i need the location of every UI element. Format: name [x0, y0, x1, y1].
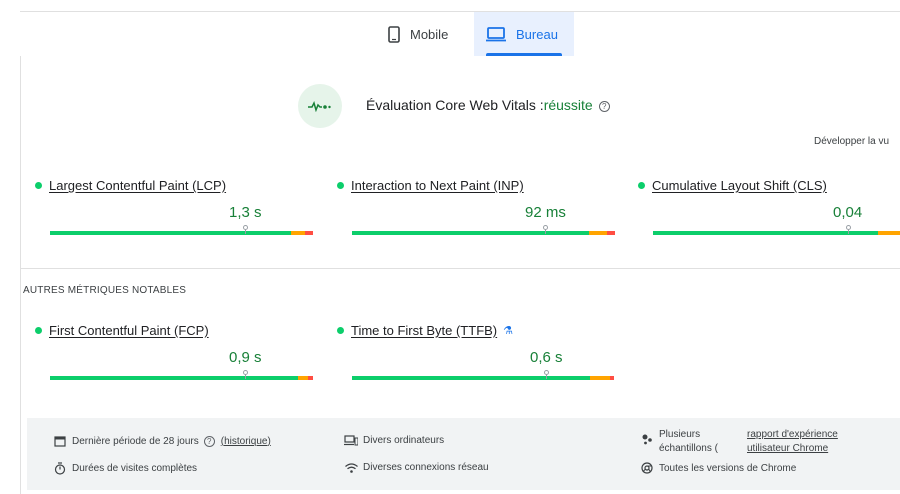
tab-mobile[interactable]: Mobile: [376, 12, 468, 56]
laptop-icon: [486, 26, 506, 42]
metric-ttfb-name[interactable]: Time to First Byte (TTFB): [351, 323, 497, 338]
metric-lcp-distribution-bar: [50, 231, 313, 235]
metric-inp-distribution-bar: [352, 231, 615, 235]
good-status-dot: [337, 327, 344, 334]
metric-fcp: First Contentful Paint (FCP) 0,9 s: [35, 323, 313, 380]
other-metrics-heading: AUTRES MÉTRIQUES NOTABLES: [23, 285, 187, 296]
assessment-title: Évaluation Core Web Vitals :réussite?: [366, 97, 610, 113]
metric-cls-name[interactable]: Cumulative Layout Shift (CLS): [652, 178, 827, 193]
chrome-icon: [640, 462, 654, 474]
metric-lcp-name[interactable]: Largest Contentful Paint (LCP): [49, 178, 226, 193]
assessment-status: réussite: [543, 97, 593, 113]
samples-icon: [640, 433, 654, 445]
period-text: Dernière période de 28 jours: [72, 435, 199, 447]
desktop-devices-icon: [344, 435, 358, 446]
footer-visits: Durées de visites complètes: [53, 462, 197, 475]
metric-lcp: Largest Contentful Paint (LCP) 1,3 s: [35, 178, 313, 235]
samples-text: Plusieurs échantillons (: [659, 429, 718, 454]
metric-cls-value: 0,04: [833, 204, 863, 221]
good-status-dot: [337, 182, 344, 189]
data-source-footer: Dernière période de 28 jours ? (historiq…: [27, 418, 900, 490]
network-text: Diverses connexions réseau: [363, 462, 489, 473]
metric-cls-marker: [846, 225, 851, 234]
footer-period: Dernière période de 28 jours ? (historiq…: [53, 435, 271, 447]
metric-lcp-value: 1,3 s: [229, 204, 262, 221]
metric-ttfb-value: 0,6 s: [530, 349, 563, 366]
visits-text: Durées de visites complètes: [72, 463, 198, 474]
metric-inp-marker: [543, 225, 548, 234]
metric-fcp-value: 0,9 s: [229, 349, 262, 366]
tab-mobile-label: Mobile: [410, 26, 449, 42]
stopwatch-icon: [53, 462, 67, 475]
assessment-label: Évaluation Core Web Vitals :: [366, 97, 544, 113]
metric-fcp-name[interactable]: First Contentful Paint (FCP): [49, 323, 209, 338]
panel-border: [20, 56, 21, 494]
metric-ttfb-marker: [544, 370, 549, 379]
metric-fcp-distribution-bar: [50, 376, 313, 380]
metric-ttfb-distribution-bar: [352, 376, 614, 380]
good-status-dot: [35, 182, 42, 189]
metric-cls: Cumulative Layout Shift (CLS) 0,04: [638, 178, 900, 235]
metric-inp: Interaction to Next Paint (INP) 92 ms: [337, 178, 615, 235]
metric-inp-value: 92 ms: [525, 204, 566, 221]
footer-samples: Plusieurs échantillons ( rapport d'expér…: [640, 428, 867, 456]
metric-ttfb: Time to First Byte (TTFB) ⚗ 0,6 s: [337, 323, 614, 380]
calendar-icon: [53, 435, 67, 447]
good-status-dot: [35, 327, 42, 334]
footer-chrome: Toutes les versions de Chrome: [640, 462, 796, 474]
metric-lcp-marker: [243, 225, 248, 234]
tab-desktop-label: Bureau: [516, 26, 558, 42]
crux-report-link[interactable]: rapport d'expérience utilisateur Chrome: [747, 428, 867, 456]
devices-text: Divers ordinateurs: [363, 435, 445, 446]
chrome-versions-text: Toutes les versions de Chrome: [659, 462, 797, 474]
good-status-dot: [638, 182, 645, 189]
footer-network: Diverses connexions réseau: [344, 462, 489, 473]
help-icon[interactable]: ?: [598, 101, 610, 112]
metric-inp-name[interactable]: Interaction to Next Paint (INP): [351, 178, 524, 193]
footer-devices: Divers ordinateurs: [344, 435, 444, 446]
flask-icon[interactable]: ⚗: [503, 324, 513, 337]
tab-desktop[interactable]: Bureau: [474, 12, 574, 56]
metric-cls-distribution-bar: [653, 231, 900, 235]
help-icon[interactable]: ?: [203, 435, 215, 447]
metric-fcp-marker: [243, 370, 248, 379]
wifi-icon: [344, 462, 358, 473]
smartphone-icon: [388, 25, 400, 43]
expand-view-link[interactable]: Développer la vu: [814, 136, 889, 147]
history-link[interactable]: (historique): [221, 436, 271, 447]
vitals-pulse-icon: [298, 84, 342, 128]
section-divider: [20, 268, 900, 269]
